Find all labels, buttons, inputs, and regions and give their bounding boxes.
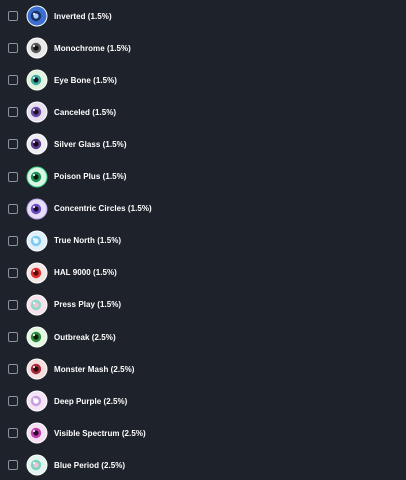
inverted-eyeball-icon (26, 5, 48, 27)
list-item[interactable]: Eye Bone (1.5%) (0, 65, 406, 95)
item-label: Outbreak (2.5%) (54, 332, 116, 342)
outbreak-eyeball-icon (26, 326, 48, 348)
list-item[interactable]: Inverted (1.5%) (0, 1, 406, 31)
list-item[interactable]: Visible Spectrum (2.5%) (0, 418, 406, 448)
item-checkbox[interactable] (8, 139, 18, 150)
canceled-eyeball-icon (26, 101, 48, 123)
item-label: Monster Mash (2.5%) (54, 364, 135, 374)
item-checkbox[interactable] (8, 332, 18, 342)
item-label: Deep Purple (2.5%) (54, 396, 128, 406)
item-checkbox[interactable] (8, 396, 18, 407)
list-item[interactable]: HAL 9000 (1.5%) (0, 258, 406, 288)
list-item[interactable]: Concentric Circles (1.5%) (0, 194, 406, 224)
concentric-circles-eyeball-icon (26, 198, 48, 220)
silver-glass-eyeball-icon (26, 133, 48, 155)
item-label: Monochrome (1.5%) (54, 43, 131, 53)
item-label: Silver Glass (1.5%) (54, 139, 127, 149)
true-north-eyeball-icon (26, 230, 48, 252)
poison-plus-eyeball-icon (26, 166, 48, 188)
item-label: Eye Bone (1.5%) (54, 75, 117, 85)
item-label: Visible Spectrum (2.5%) (54, 428, 146, 438)
item-label: True North (1.5%) (54, 236, 122, 246)
blue-period-eyeball-icon (26, 454, 48, 476)
visible-spectrum-eyeball-icon (26, 422, 48, 444)
item-label: HAL 9000 (1.5%) (54, 268, 117, 278)
item-checkbox[interactable] (8, 235, 18, 246)
item-label: Poison Plus (1.5%) (54, 172, 127, 181)
item-checkbox[interactable] (8, 203, 18, 214)
press-play-eyeball-icon (26, 294, 48, 316)
item-label: Canceled (1.5%) (54, 107, 117, 117)
list-item[interactable]: Blue Period (2.5%) (0, 450, 406, 480)
item-label: Concentric Circles (1.5%) (54, 204, 152, 214)
item-checkbox[interactable] (8, 364, 18, 375)
monochrome-eyeball-icon (26, 37, 48, 59)
list-item[interactable]: True North (1.5%) (0, 226, 406, 256)
list-item[interactable]: Monster Mash (2.5%) (0, 354, 406, 384)
item-checkbox[interactable] (8, 11, 18, 21)
item-checkbox[interactable] (8, 428, 18, 439)
item-checkbox[interactable] (8, 43, 18, 54)
list-item[interactable]: Canceled (1.5%) (0, 97, 406, 127)
eye-bone-eyeball-icon (26, 69, 48, 91)
item-checkbox[interactable] (8, 75, 18, 86)
item-label: Press Play (1.5%) (54, 300, 122, 310)
hal-9000-eyeball-icon (26, 262, 48, 284)
monster-mash-eyeball-icon (26, 358, 48, 380)
list-item[interactable]: Silver Glass (1.5%) (0, 129, 406, 159)
list-item[interactable]: Outbreak (2.5%) (0, 322, 406, 352)
item-checkbox[interactable] (8, 299, 18, 310)
item-label: Inverted (1.5%) (54, 11, 112, 21)
list-item[interactable]: Deep Purple (2.5%) (0, 386, 406, 416)
list-item[interactable]: Monochrome (1.5%) (0, 33, 406, 63)
deep-purple-eyeball-icon (26, 390, 48, 412)
cosmetic-eye-list: Inverted (1.5%) Monochrome (1.5%) Eye Bone… (0, 0, 406, 478)
item-checkbox[interactable] (8, 171, 18, 182)
list-item[interactable]: Poison Plus (1.5%) (0, 162, 406, 192)
list-item[interactable]: Press Play (1.5%) (0, 290, 406, 320)
item-checkbox[interactable] (8, 267, 18, 278)
item-checkbox[interactable] (8, 107, 18, 118)
item-label: Blue Period (2.5%) (54, 460, 126, 470)
item-checkbox[interactable] (8, 460, 18, 471)
